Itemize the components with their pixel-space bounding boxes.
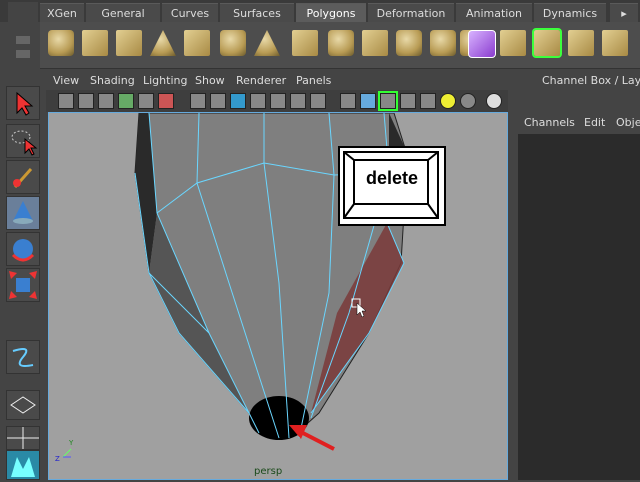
wireframe-on-shaded-icon[interactable] xyxy=(378,91,398,111)
menu-show[interactable]: Show xyxy=(195,74,225,87)
textured-icon[interactable] xyxy=(400,93,416,109)
tab-surfaces[interactable]: Surfaces xyxy=(220,3,294,23)
resolution-gate-icon[interactable] xyxy=(230,93,246,109)
bridge-icon[interactable] xyxy=(500,30,526,56)
safe-action-icon[interactable] xyxy=(290,93,306,109)
mirror-geometry-icon[interactable] xyxy=(468,30,496,58)
single-perspective-layout-icon[interactable] xyxy=(6,390,40,420)
shelf-scroll-right-icon[interactable]: ▸ xyxy=(610,3,638,23)
maya-logo-icon xyxy=(6,450,40,480)
menu-panels[interactable]: Panels xyxy=(296,74,331,87)
lasso-tool-icon[interactable] xyxy=(6,124,40,158)
poly-sphere-icon[interactable] xyxy=(48,30,74,56)
xray-icon[interactable] xyxy=(486,93,502,109)
poly-cube-icon[interactable] xyxy=(82,30,108,56)
red-arrow-annotation xyxy=(289,425,335,451)
four-view-layout-icon[interactable] xyxy=(6,426,40,450)
menu-channels[interactable]: Channels xyxy=(524,116,575,129)
tab-curves[interactable]: Curves xyxy=(162,3,218,23)
separate-icon[interactable] xyxy=(396,30,422,56)
menu-lighting[interactable]: Lighting xyxy=(143,74,187,87)
image-plane-icon[interactable] xyxy=(118,93,134,109)
append-polygon-icon[interactable] xyxy=(602,30,628,56)
camera-attributes-icon[interactable] xyxy=(78,93,94,109)
bookmark-icon[interactable] xyxy=(98,93,114,109)
move-tool-icon[interactable] xyxy=(6,196,40,230)
extract-icon[interactable] xyxy=(430,30,456,56)
grease-pencil-icon[interactable] xyxy=(158,93,174,109)
smooth-shade-icon[interactable] xyxy=(360,93,376,109)
poly-pipe-icon[interactable] xyxy=(292,30,318,56)
menu-renderer[interactable]: Renderer xyxy=(236,74,286,87)
channel-box-title: Channel Box / Layer E xyxy=(542,74,640,87)
tab-animation[interactable]: Animation xyxy=(456,3,532,23)
viewport-icon-bar xyxy=(46,90,508,112)
axis-y-label: Y xyxy=(68,439,74,447)
field-chart-icon[interactable] xyxy=(270,93,286,109)
2d-pan-zoom-icon[interactable] xyxy=(138,93,154,109)
tab-dynamics[interactable]: Dynamics xyxy=(534,3,606,23)
menu-edit[interactable]: Edit xyxy=(584,116,605,129)
tab-xgen[interactable]: XGen xyxy=(40,3,84,23)
camera-name-label: persp xyxy=(254,466,283,477)
poly-cylinder-icon[interactable] xyxy=(116,30,142,56)
shelf-tab-bar: XGen General Curves Surfaces Polygons De… xyxy=(0,0,640,23)
use-all-lights-icon[interactable] xyxy=(420,93,436,109)
tab-deformation[interactable]: Deformation xyxy=(368,3,454,23)
scale-tool-icon[interactable] xyxy=(6,268,40,302)
poly-torus-icon[interactable] xyxy=(220,30,246,56)
axis-gizmo xyxy=(62,448,72,458)
menu-shading[interactable]: Shading xyxy=(90,74,135,87)
combine-icon[interactable] xyxy=(362,30,388,56)
delete-key-label: delete xyxy=(365,168,419,188)
axis-z-label: Z xyxy=(55,455,60,463)
poly-plane-icon[interactable] xyxy=(184,30,210,56)
wireframe-icon[interactable] xyxy=(340,93,356,109)
grid-icon[interactable] xyxy=(190,93,206,109)
channel-box-menu: Channels Edit Obje xyxy=(518,114,640,132)
poly-pyramid-icon[interactable] xyxy=(254,30,280,56)
select-camera-icon[interactable] xyxy=(58,93,74,109)
poly-helix-icon[interactable] xyxy=(328,30,354,56)
polygons-shelf xyxy=(40,22,640,69)
viewport-menu-bar: View Shading Lighting Show Renderer Pane… xyxy=(46,72,508,90)
rotate-tool-icon[interactable] xyxy=(6,232,40,266)
select-tool-icon[interactable] xyxy=(6,86,40,120)
shelf-options-grip[interactable] xyxy=(8,2,38,70)
shadows-icon[interactable] xyxy=(440,93,456,109)
tab-polygons[interactable]: Polygons xyxy=(296,3,366,23)
screen-space-ao-icon[interactable] xyxy=(460,93,476,109)
shelf-tabs-icon[interactable] xyxy=(16,50,30,58)
menu-object[interactable]: Obje xyxy=(616,116,640,129)
curve-tool-icon[interactable] xyxy=(6,340,40,374)
safe-title-icon[interactable] xyxy=(310,93,326,109)
toolbox xyxy=(0,72,44,480)
menu-view[interactable]: View xyxy=(53,74,79,87)
channel-box-content[interactable] xyxy=(518,134,640,480)
insert-edge-loop-icon[interactable] xyxy=(532,28,562,58)
shelf-menu-icon[interactable] xyxy=(16,36,30,44)
extrude-icon[interactable] xyxy=(568,30,594,56)
poly-cone-icon[interactable] xyxy=(150,30,176,56)
tab-general[interactable]: General xyxy=(86,3,160,23)
film-gate-icon[interactable] xyxy=(210,93,226,109)
paint-select-tool-icon[interactable] xyxy=(6,160,40,194)
gate-mask-icon[interactable] xyxy=(250,93,266,109)
delete-key-overlay: delete xyxy=(338,146,446,226)
